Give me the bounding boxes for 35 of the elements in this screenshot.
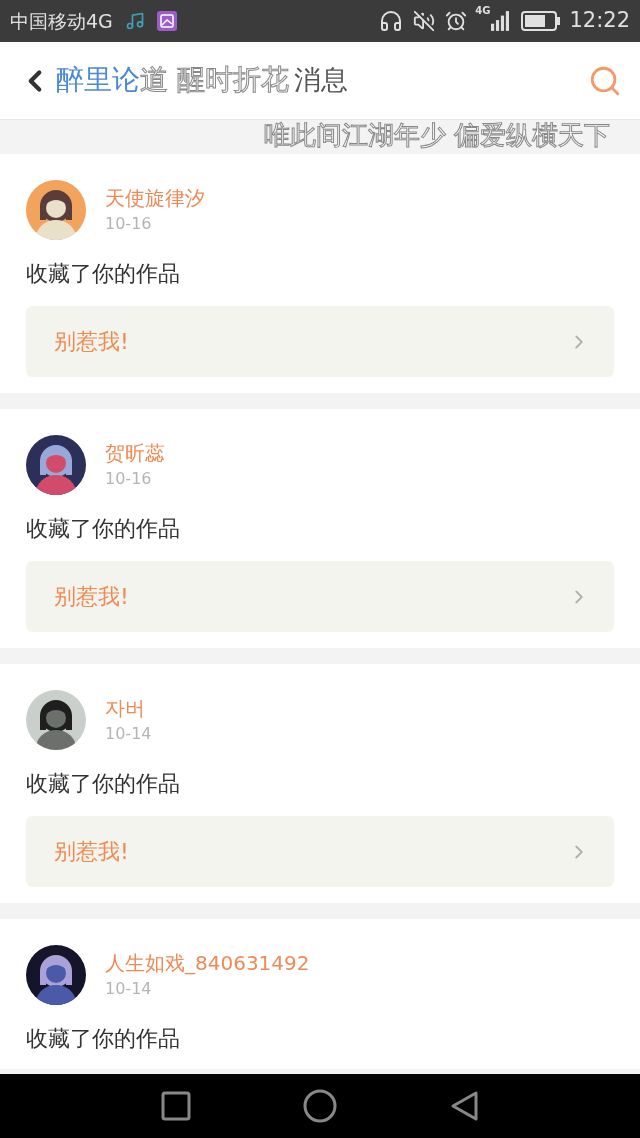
action-text: 收藏了你的作品 xyxy=(26,260,181,288)
notification-card[interactable]: 贺昕蕊 10-16 收藏了你的作品 别惹我! xyxy=(0,409,640,648)
home-icon[interactable] xyxy=(303,1089,337,1123)
battery-icon xyxy=(521,11,562,31)
notification-card[interactable]: 人生如戏_840631492 10-14 收藏了你的作品 xyxy=(0,919,640,1069)
date: 10-14 xyxy=(105,723,152,745)
notification-card[interactable]: 天使旋律汐 10-16 收藏了你的作品 别惹我! xyxy=(0,154,640,393)
action-text: 收藏了你的作品 xyxy=(26,1025,181,1053)
recent-apps-icon[interactable] xyxy=(161,1091,191,1121)
page-title: 消息 xyxy=(294,63,348,98)
back-icon[interactable] xyxy=(449,1090,479,1122)
action-text: 收藏了你的作品 xyxy=(26,515,181,543)
signal-icon xyxy=(491,10,510,32)
notification-card[interactable]: 자버 10-14 收藏了你的作品 别惹我! xyxy=(0,664,640,903)
date: 10-16 xyxy=(105,468,153,490)
mute-icon xyxy=(413,10,436,32)
user-name[interactable]: 天使旋律汐 xyxy=(105,184,205,212)
network-type: 4G xyxy=(475,6,491,16)
image-icon xyxy=(156,11,177,31)
date: 10-16 xyxy=(105,213,153,235)
user-name[interactable]: 자버 xyxy=(105,694,152,722)
work-link[interactable]: 别惹我! xyxy=(26,306,614,377)
work-link[interactable]: 别惹我! xyxy=(26,816,614,887)
user-name[interactable]: 贺昕蕊 xyxy=(105,439,165,467)
date: 10-14 xyxy=(105,978,153,1000)
lyrics-line: 唯此间江湖年少 偏爱纵横天下 xyxy=(263,120,610,151)
clock: 12:22 xyxy=(569,7,630,35)
lyrics-line: 醉里论道 醒时折花 xyxy=(56,62,289,98)
music-note-icon xyxy=(124,11,145,31)
work-link[interactable]: 别惹我! xyxy=(26,561,614,632)
action-text: 收藏了你的作品 xyxy=(26,770,181,798)
user-name[interactable]: 人生如戏_840631492 xyxy=(105,949,310,977)
alarm-icon xyxy=(445,10,468,32)
carrier: 中国移动4G xyxy=(10,8,113,34)
headphones-icon xyxy=(379,9,404,33)
